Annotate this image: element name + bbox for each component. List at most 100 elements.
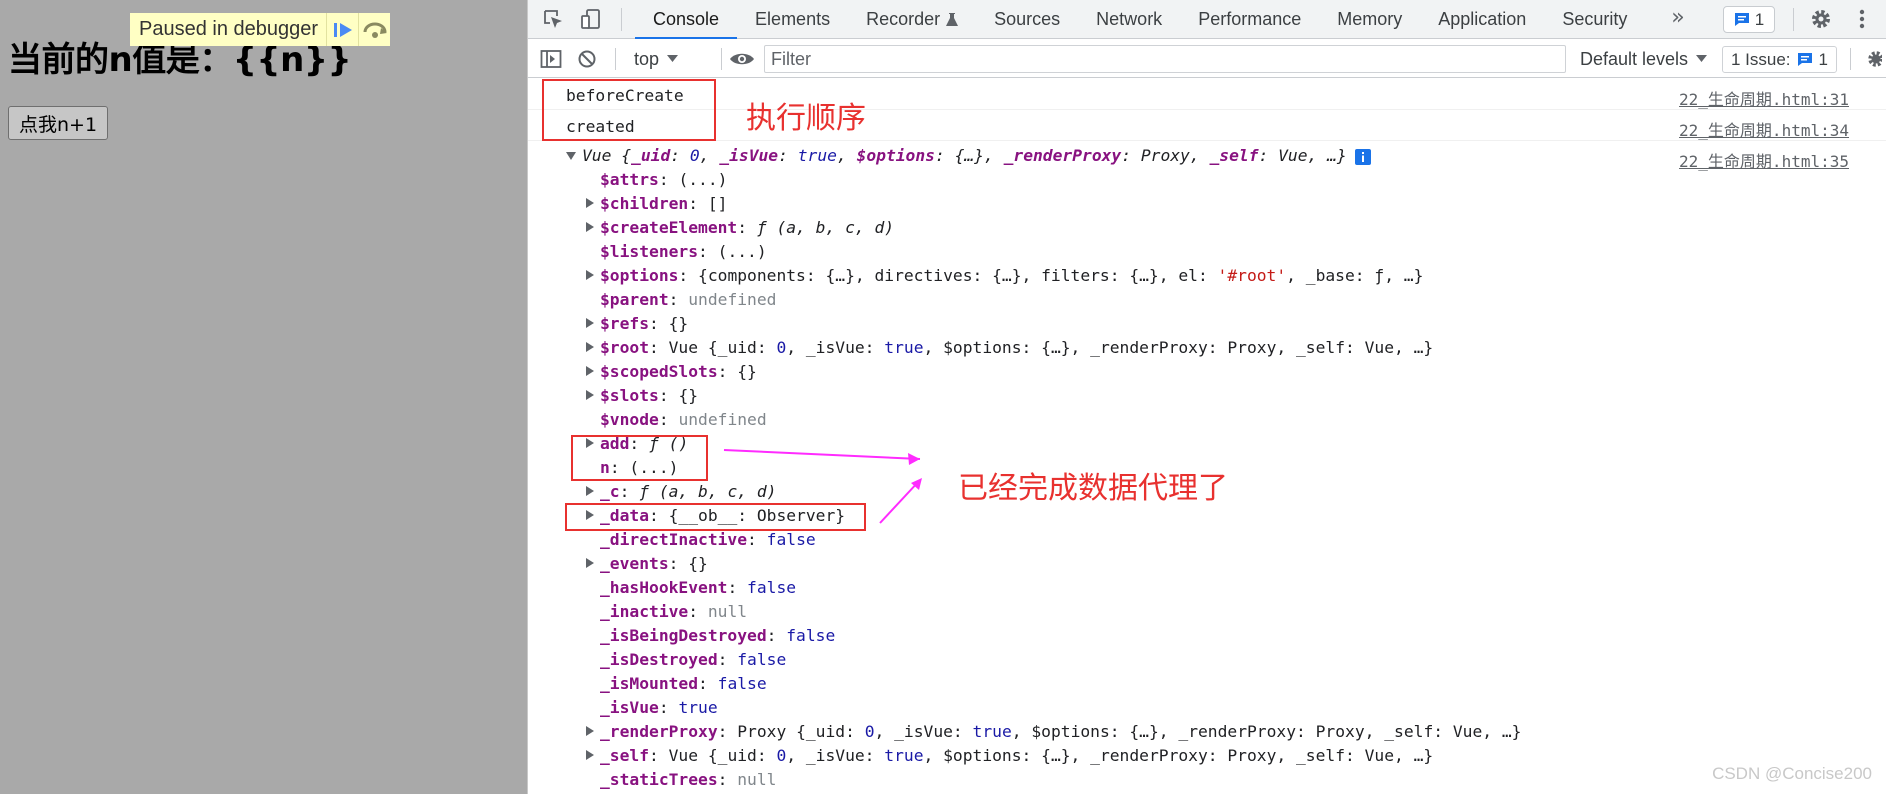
messages-badge-button[interactable]: 1 xyxy=(1723,6,1775,33)
toolbar-divider xyxy=(615,48,616,70)
chevron-down-icon xyxy=(1696,55,1708,62)
property-key: _hasHookEvent xyxy=(600,578,728,597)
toolbar-divider xyxy=(621,8,622,31)
log-levels-value: Default levels xyxy=(1580,48,1689,69)
expand-toggle[interactable] xyxy=(586,749,594,760)
property-value: false xyxy=(737,650,787,669)
property-value: null xyxy=(737,770,777,789)
property-colon: : xyxy=(668,554,689,573)
clear-console-button[interactable] xyxy=(574,46,600,72)
expand-toggle[interactable] xyxy=(586,557,594,568)
property-colon: : xyxy=(649,746,669,765)
settings-button[interactable] xyxy=(1808,6,1834,32)
property-row: _isMounted: false xyxy=(586,672,767,696)
property-key: _self xyxy=(600,746,650,765)
property-value: true xyxy=(884,746,924,765)
devtools-panel: Console Elements Recorder Sources Networ… xyxy=(527,0,1886,794)
step-over-button[interactable] xyxy=(358,13,390,46)
experimental-flask-icon xyxy=(946,13,959,27)
context-selector[interactable]: top xyxy=(634,46,679,72)
increment-n-button[interactable]: 点我n+1 xyxy=(8,106,109,140)
property-colon: : xyxy=(717,770,738,789)
device-icon xyxy=(581,9,600,29)
tab-security[interactable]: Security xyxy=(1544,0,1645,39)
tab-recorder[interactable]: Recorder xyxy=(848,0,976,39)
issues-count: 1 xyxy=(1818,49,1828,69)
devtools-tabbar: Console Elements Recorder Sources Networ… xyxy=(528,0,1886,39)
debugger-paused-banner: Paused in debugger xyxy=(130,13,390,46)
source-link[interactable]: 22_生命周期.html:34 xyxy=(1679,117,1849,141)
property-value: 0 xyxy=(864,722,875,741)
toolbar-divider xyxy=(1793,8,1794,31)
context-value: top xyxy=(634,48,660,69)
expand-toggle[interactable] xyxy=(586,725,594,736)
property-key: _events xyxy=(600,554,669,573)
resume-execution-button[interactable] xyxy=(326,13,358,46)
property-colon: : xyxy=(717,650,738,669)
property-row: _staticTrees: null xyxy=(586,768,776,792)
annotation-arrow xyxy=(879,479,921,524)
devtools-tabs: Console Elements Recorder Sources Networ… xyxy=(635,0,1645,39)
property-row[interactable]: _renderProxy: Proxy {_uid: 0, _isVue: tr… xyxy=(586,720,1521,744)
source-link[interactable]: 22_生命周期.html:31 xyxy=(1679,86,1849,110)
property-colon: : xyxy=(727,578,748,597)
property-key: _isDestroyed xyxy=(600,650,718,669)
toolbar-divider xyxy=(1850,48,1851,70)
message-icon xyxy=(1797,53,1812,66)
chevron-down-icon xyxy=(667,55,679,62)
summary-token: : Proxy, xyxy=(1121,146,1210,165)
console-filter-input[interactable] xyxy=(764,45,1566,73)
show-sidebar-button[interactable] xyxy=(538,46,564,72)
property-key: _isMounted xyxy=(600,674,699,693)
device-toolbar-button[interactable] xyxy=(578,6,604,32)
property-row: _isVue: true xyxy=(586,696,718,720)
tab-console[interactable]: Console xyxy=(635,0,738,39)
customize-devtools-button[interactable] xyxy=(1849,6,1875,32)
tab-performance[interactable]: Performance xyxy=(1180,0,1319,39)
tab-sources[interactable]: Sources xyxy=(976,0,1078,39)
issues-label: 1 Issue: xyxy=(1730,49,1791,69)
more-tabs-button[interactable]: » xyxy=(1660,0,1696,39)
resume-icon xyxy=(333,22,352,37)
property-row: _isDestroyed: false xyxy=(586,648,786,672)
sidebar-toggle-icon xyxy=(540,50,562,68)
kebab-menu-icon xyxy=(1859,9,1865,29)
log-levels-selector[interactable]: Default levels xyxy=(1580,46,1708,72)
property-row[interactable]: _self: Vue {_uid: 0, _isVue: true, $opti… xyxy=(586,744,1433,768)
property-value: {} xyxy=(688,554,708,573)
inspect-element-button[interactable] xyxy=(540,6,566,32)
property-colon: : xyxy=(698,674,718,693)
live-expression-button[interactable] xyxy=(712,46,772,72)
source-link[interactable]: 22_生命周期.html:35 xyxy=(1679,148,1849,172)
annotation-arrow xyxy=(723,449,921,460)
property-value: true xyxy=(678,698,718,717)
property-colon: : xyxy=(717,722,738,741)
property-value: '#root' xyxy=(1217,266,1287,285)
console-settings-button[interactable] xyxy=(1860,46,1884,72)
property-key: _isBeingDestroyed xyxy=(600,626,767,645)
property-value: , _isVue: xyxy=(786,746,885,765)
property-value: , _base: ƒ, …} xyxy=(1286,266,1424,285)
property-row: _inactive: null xyxy=(586,600,747,624)
tab-memory[interactable]: Memory xyxy=(1319,0,1420,39)
property-value: , $options: {…}, _renderProxy: Proxy, _s… xyxy=(1011,722,1522,741)
annotation-arrows xyxy=(723,449,922,524)
property-key: _renderProxy xyxy=(600,722,718,741)
gear-icon xyxy=(1812,10,1830,28)
tab-elements[interactable]: Elements xyxy=(737,0,848,39)
property-value: true xyxy=(972,722,1012,741)
messages-count: 1 xyxy=(1754,9,1765,29)
tab-network[interactable]: Network xyxy=(1078,0,1180,39)
summary-token: _self xyxy=(1209,146,1259,165)
property-value: null xyxy=(707,602,748,621)
property-key: _staticTrees xyxy=(600,770,718,789)
tab-application[interactable]: Application xyxy=(1420,0,1544,39)
property-value: false xyxy=(786,626,836,645)
property-key: _inactive xyxy=(600,602,689,621)
property-row[interactable]: _events: {} xyxy=(586,552,708,576)
issues-button[interactable]: 1 Issue: 1 xyxy=(1722,46,1837,73)
property-colon: : xyxy=(658,698,679,717)
property-colon: : xyxy=(688,602,708,621)
step-over-icon xyxy=(363,22,387,38)
inspect-cursor-icon xyxy=(544,10,562,28)
